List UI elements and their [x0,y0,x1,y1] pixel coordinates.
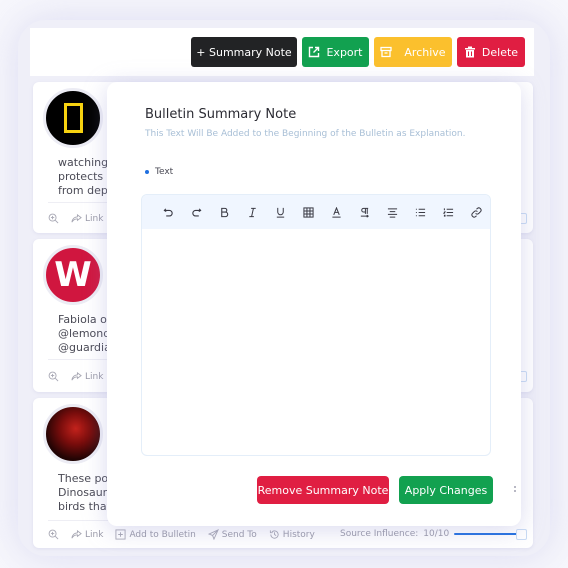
undo-button[interactable] [155,202,183,222]
add-to-bulletin-button[interactable]: Add to Bulletin [115,529,196,540]
bold-button[interactable] [211,202,239,222]
history-button[interactable]: History [269,529,315,540]
text-field-label: Text [145,167,173,177]
bold-icon [221,207,229,217]
italic-button[interactable] [239,202,267,222]
link-button[interactable]: Link [71,529,103,540]
influence-value: 10/10 [423,529,450,539]
history-icon [269,530,279,539]
zoom-in-icon [48,213,59,224]
modal-title: Bulletin Summary Note [145,107,297,122]
zoom-button[interactable] [48,213,59,224]
bullet-list-icon [415,208,425,216]
summary-note-label: + Summary Note [196,45,292,59]
align-center-icon [387,207,397,218]
export-icon [309,46,320,58]
avatar: W [43,245,103,305]
link-button[interactable]: Link [71,213,103,224]
resize-handle-icon[interactable] [514,486,516,492]
send-to-button[interactable]: Send To [207,529,257,540]
summary-note-modal: Bulletin Summary Note This Text Will Be … [107,82,521,526]
link-label: Link [85,213,104,224]
italic-icon [249,207,256,217]
align-center-button[interactable] [378,202,406,222]
select-checkbox[interactable] [516,529,527,540]
send-icon [207,529,219,540]
zoom-button[interactable] [48,529,59,540]
archive-icon [380,46,393,58]
card-actions: Link [48,213,103,224]
editor-content-area[interactable] [142,229,490,455]
numbered-list-button[interactable] [434,202,462,222]
underline-icon [276,207,285,218]
top-toolbar: + Summary Note Export Archive Delete [30,28,534,76]
national-geographic-logo-icon [63,103,83,133]
add-summary-note-button[interactable]: + Summary Note [191,37,297,67]
trash-icon [464,46,475,58]
table-button[interactable] [295,202,323,222]
field-label-text: Text [155,167,174,177]
share-icon [71,529,82,539]
card-actions: Link Add to Bulletin Send To History [48,529,315,540]
paragraph-direction-button[interactable] [350,202,378,222]
delete-label: Delete [481,45,519,59]
zoom-in-icon [48,529,59,540]
link-insert-button[interactable] [462,202,490,222]
link-button[interactable]: Link [71,371,103,382]
font-color-icon [332,206,341,218]
table-icon [303,206,314,218]
font-color-button[interactable] [323,202,351,222]
paragraph-icon [360,207,369,218]
influence-bar [454,533,519,535]
link-label: Link [85,529,104,540]
bullet-dot-icon [145,170,149,174]
numbered-list-icon [442,207,453,217]
add-to-bulletin-label: Add to Bulletin [129,529,196,540]
plus-square-icon [115,529,126,540]
avatar [43,404,103,464]
zoom-in-icon [48,371,59,382]
send-to-label: Send To [221,529,257,540]
archive-label: Archive [404,45,446,59]
rich-text-editor [141,194,491,456]
underline-button[interactable] [267,202,295,222]
export-label: Export [326,45,363,59]
bullet-list-button[interactable] [406,202,434,222]
delete-button[interactable]: Delete [457,37,525,67]
link-label: Link [85,371,104,382]
redo-icon [192,207,202,217]
card-actions: Link [48,371,103,382]
history-label: History [282,529,315,540]
remove-summary-note-button[interactable]: Remove Summary Note [257,476,389,504]
avatar-letter: W [54,255,92,295]
undo-icon [163,207,174,217]
zoom-button[interactable] [48,371,59,382]
editor-toolbar [142,195,490,229]
share-icon [71,371,82,381]
source-influence: Source Influence: 10/10 [340,529,519,539]
share-icon [71,213,82,223]
link-icon [471,206,482,218]
modal-subtitle: This Text Will Be Added to the Beginning… [145,129,466,139]
influence-label: Source Influence: [340,529,419,539]
avatar [43,88,103,148]
apply-changes-button[interactable]: Apply Changes [399,476,493,504]
redo-button[interactable] [183,202,211,222]
export-button[interactable]: Export [302,37,369,67]
archive-button[interactable]: Archive [374,37,452,67]
